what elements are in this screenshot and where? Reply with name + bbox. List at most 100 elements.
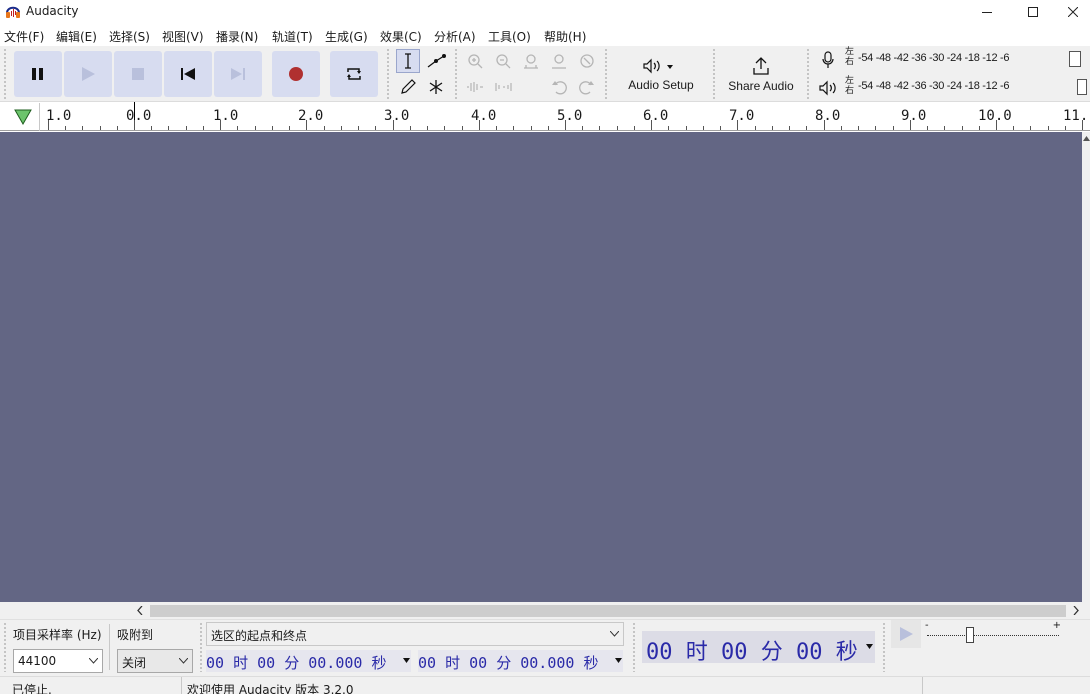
ruler-tick: [255, 126, 256, 130]
scroll-up-icon[interactable]: [1083, 136, 1090, 142]
skip-to-end-button[interactable]: [214, 51, 262, 97]
toolbar-grip[interactable]: [712, 48, 716, 100]
audio-position-time[interactable]: 00 时 00 分 00 秒: [642, 631, 875, 665]
play-at-speed-button[interactable]: [891, 620, 921, 648]
audio-setup-button[interactable]: Audio Setup: [614, 48, 708, 100]
ruler-tick: [479, 120, 480, 130]
menu-tracks[interactable]: 轨道(T): [272, 28, 313, 45]
envelope-tool[interactable]: [424, 49, 448, 73]
ruler-label: 4.0: [471, 108, 497, 124]
menu-effect[interactable]: 效果(C): [380, 28, 422, 45]
loop-icon: [347, 68, 361, 80]
menu-tools[interactable]: 工具(O): [488, 28, 531, 45]
ruler-tick: [944, 126, 945, 130]
ruler-tick: [824, 120, 825, 130]
microphone-icon: [822, 51, 834, 68]
status-state: 已停止.: [12, 683, 52, 694]
caret-down-icon: [403, 658, 410, 663]
selection-toolbar: 项目采样率 (Hz) 44100 吸附到 关闭 选区的起点和终点 00 时 00…: [0, 619, 1090, 676]
toolbar-grip[interactable]: [882, 622, 886, 672]
ruler-tick: [720, 126, 721, 130]
play-meter[interactable]: -54 -48 -42 -36 -30 -24 -18 -12 -6: [858, 80, 1076, 100]
share-audio-button[interactable]: Share Audio: [720, 48, 802, 100]
menu-transport[interactable]: 播录(N): [216, 28, 258, 45]
ruler-tick: [1013, 126, 1014, 130]
play-level-slider[interactable]: [1077, 79, 1087, 95]
toolbar-grip[interactable]: [199, 622, 203, 672]
menu-file[interactable]: 文件(F): [4, 28, 44, 45]
slider-thumb[interactable]: [966, 627, 974, 643]
snap-label: 吸附到: [117, 628, 154, 642]
record-meter-scale: -54 -48 -42 -36 -30 -24 -18 -12 -6: [858, 52, 1010, 64]
selection-end-time[interactable]: 00 时 00 分 00.000 秒: [418, 650, 623, 672]
ruler-tick: [806, 126, 807, 130]
ruler-tick: [703, 126, 704, 130]
close-button[interactable]: [1050, 0, 1090, 24]
toolbar-grip[interactable]: [806, 48, 810, 100]
play-speed-slider[interactable]: - +: [925, 620, 1065, 647]
pause-button[interactable]: [14, 51, 62, 97]
play-button[interactable]: [64, 51, 112, 97]
record-meter-button[interactable]: [816, 48, 840, 72]
record-level-slider[interactable]: [1069, 51, 1081, 67]
timeline-ruler[interactable]: 1.0 0.0 1.0 2.0 3.0 4.0 5.0 6.0 7.0 8.0 …: [0, 102, 1090, 131]
horizontal-scrollbar[interactable]: [0, 602, 1090, 619]
menu-edit[interactable]: 编辑(E): [56, 28, 97, 45]
ruler-tick: [289, 126, 290, 130]
multi-tool[interactable]: [424, 75, 448, 99]
menu-generate[interactable]: 生成(G): [325, 28, 368, 45]
menu-view[interactable]: 视图(V): [162, 28, 204, 45]
fit-selection-button[interactable]: [519, 49, 543, 73]
toolbar-grip[interactable]: [632, 622, 636, 672]
selection-mode-select[interactable]: 选区的起点和终点: [206, 622, 624, 646]
record-button[interactable]: [272, 51, 320, 97]
ruler-tick: [651, 120, 652, 130]
toolbar-grip[interactable]: [604, 48, 608, 100]
selection-start-time[interactable]: 00 时 00 分 00.000 秒: [206, 650, 411, 672]
silence-button[interactable]: [491, 75, 515, 99]
play-head-triangle-icon[interactable]: [14, 109, 32, 125]
caret-down-icon: [615, 658, 622, 663]
scroll-right-icon[interactable]: [1073, 606, 1079, 615]
undo-button[interactable]: [547, 75, 571, 99]
menu-analyze[interactable]: 分析(A): [434, 28, 476, 45]
scroll-left-icon[interactable]: [137, 606, 143, 615]
ruler-label: 5.0: [557, 108, 583, 124]
trim-button[interactable]: [463, 75, 487, 99]
share-upload-icon: [753, 56, 769, 75]
fit-project-button[interactable]: [547, 49, 571, 73]
toolbar-grip[interactable]: [3, 48, 7, 100]
menu-help[interactable]: 帮助(H): [544, 28, 586, 45]
toolbar-grip[interactable]: [386, 48, 390, 100]
ruler-tick: [979, 126, 980, 130]
ruler-tick: [582, 126, 583, 130]
draw-tool[interactable]: [396, 75, 420, 99]
minimize-button[interactable]: [964, 0, 1010, 24]
asterisk-icon: [429, 80, 443, 94]
snap-select[interactable]: 关闭: [117, 649, 193, 673]
menu-select[interactable]: 选择(S): [109, 28, 150, 45]
record-meter[interactable]: -54 -48 -42 -36 -30 -24 -18 -12 -6: [858, 52, 1076, 72]
selection-tool[interactable]: [396, 49, 420, 73]
stop-button[interactable]: [114, 51, 162, 97]
redo-button[interactable]: [575, 75, 599, 99]
zoom-out-button[interactable]: [491, 49, 515, 73]
project-rate-select[interactable]: 44100: [13, 649, 103, 673]
horizontal-scroll-thumb[interactable]: [150, 605, 1066, 617]
ruler-tick: [1030, 126, 1031, 130]
ruler-tick: [82, 126, 83, 130]
zoom-toggle-button[interactable]: [575, 49, 599, 73]
loop-button[interactable]: [330, 51, 378, 97]
zoom-in-button[interactable]: [463, 49, 487, 73]
skip-to-start-button[interactable]: [164, 51, 212, 97]
ruler-tick: [375, 126, 376, 130]
ruler-tick: [393, 120, 394, 130]
track-area[interactable]: [0, 132, 1082, 602]
snap-value: 关闭: [122, 656, 147, 670]
toolbar-grip[interactable]: [454, 48, 458, 100]
toolbar-grip[interactable]: [3, 622, 7, 672]
ruler-tick: [427, 126, 428, 130]
play-meter-channels: 左 右: [845, 76, 854, 96]
vertical-scrollbar[interactable]: [1082, 132, 1090, 602]
play-meter-button[interactable]: [816, 76, 840, 100]
